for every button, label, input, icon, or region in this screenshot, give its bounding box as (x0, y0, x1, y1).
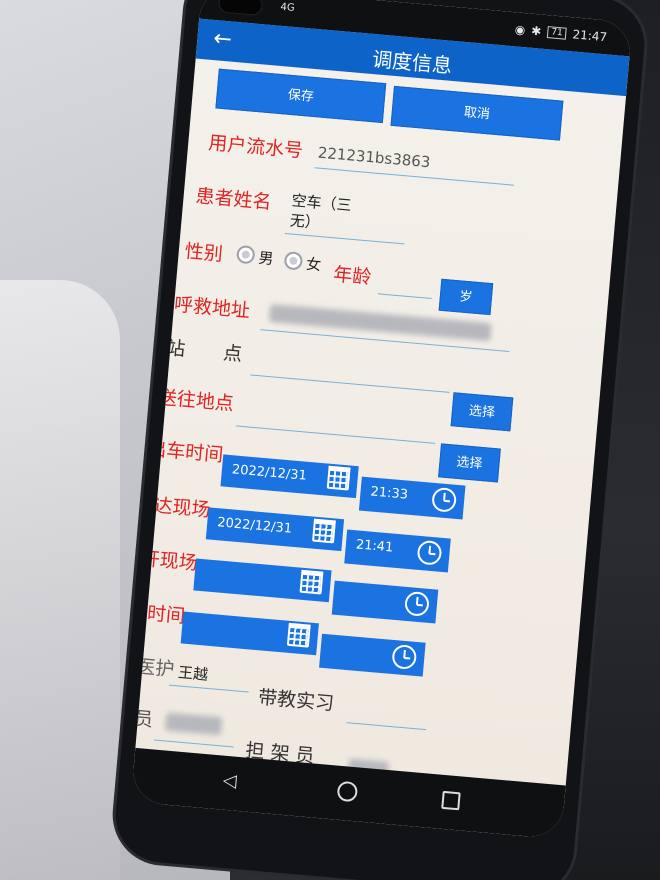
calendar-icon[interactable] (326, 468, 351, 491)
patient-label: 患者姓名 (194, 185, 273, 214)
network-indicator: 4G (279, 1, 296, 14)
arrive-date-field[interactable]: 2022/12/31 (205, 507, 345, 552)
patient-value-line2[interactable]: 无） (289, 209, 321, 233)
battery-indicator: 71 (546, 26, 568, 40)
nav-home-icon[interactable] (336, 780, 359, 803)
age-unit-button[interactable]: 岁 (438, 278, 494, 316)
gender-label: 性别 (183, 240, 224, 266)
phone-frame: 4G ◉ ✱ 71 21:47 ← 调度信息 保存 取消 用户流水号 22123… (111, 0, 649, 880)
medic-underline (168, 684, 249, 693)
station-select-button[interactable]: 选择 (450, 392, 514, 432)
clock-icon[interactable] (391, 643, 418, 670)
depart-time-field[interactable]: 21:33 (358, 476, 466, 520)
reach-date-field[interactable] (180, 611, 319, 656)
arrive-date-value: 2022/12/31 (216, 515, 293, 537)
trainee-label: 带教实习 (257, 686, 335, 715)
reach-time-field[interactable] (319, 633, 426, 677)
gender-male-label: 男 (257, 248, 275, 269)
gender-female-radio[interactable] (283, 251, 304, 271)
destination-underline (235, 425, 436, 444)
driver-label: 驾 驶 员 (131, 703, 154, 732)
cancel-button[interactable]: 取消 (390, 85, 564, 141)
front-camera (217, 0, 264, 17)
leave-time-field[interactable] (331, 580, 439, 624)
calendar-icon[interactable] (286, 625, 311, 648)
serial-label: 用户流水号 (207, 131, 304, 163)
driver-underline (154, 739, 234, 748)
medic-label: 急救医护 (130, 652, 176, 681)
save-button[interactable]: 保存 (215, 68, 387, 124)
status-right: ◉ ✱ 71 21:47 (514, 22, 607, 44)
serial-value[interactable]: 221231bs3863 (317, 144, 431, 172)
nav-recent-icon[interactable] (441, 790, 461, 811)
driver-value-redacted[interactable] (164, 712, 223, 736)
address-label: 呼救地址 (173, 293, 251, 323)
patient-underline (284, 232, 405, 245)
nav-back-icon[interactable]: ◁ (222, 770, 238, 792)
age-label: 年龄 (332, 263, 373, 289)
age-underline (377, 293, 432, 299)
leave-label: 离开现场 (130, 546, 199, 575)
medic-value[interactable]: 王越 (177, 661, 209, 685)
phone-screen: 4G ◉ ✱ 71 21:47 ← 调度信息 保存 取消 用户流水号 22123… (130, 0, 633, 840)
depart-label: 出车时间 (146, 437, 225, 467)
destination-label: 送往地点 (157, 386, 235, 416)
calendar-icon[interactable] (299, 572, 324, 595)
destination-select-button[interactable]: 选择 (438, 443, 501, 483)
station-label: 站 点 (165, 337, 244, 366)
depart-date-field[interactable]: 2022/12/31 (220, 454, 359, 499)
clock-icon[interactable] (431, 486, 458, 513)
trainee-underline (346, 722, 427, 731)
gender-male-radio[interactable] (236, 244, 256, 265)
arrive-time-field[interactable]: 21:41 (344, 529, 451, 573)
calendar-icon[interactable] (312, 521, 336, 544)
depart-time-value: 21:33 (369, 484, 409, 503)
station-underline (250, 374, 450, 393)
reach-label: 到达时间 (130, 599, 186, 628)
hand (0, 280, 120, 880)
clock-icon[interactable] (403, 590, 430, 617)
arrive-label: 到达现场 (133, 492, 212, 522)
clock-time: 21:47 (572, 27, 608, 45)
bluetooth-icon: ✱ (530, 23, 542, 39)
leave-date-field[interactable] (193, 558, 332, 603)
clock-icon[interactable] (416, 539, 443, 566)
arrive-time-value: 21:41 (355, 537, 394, 556)
eye-comfort-icon: ◉ (514, 22, 526, 38)
depart-date-value: 2022/12/31 (231, 462, 308, 484)
gender-female-label: 女 (305, 254, 322, 275)
